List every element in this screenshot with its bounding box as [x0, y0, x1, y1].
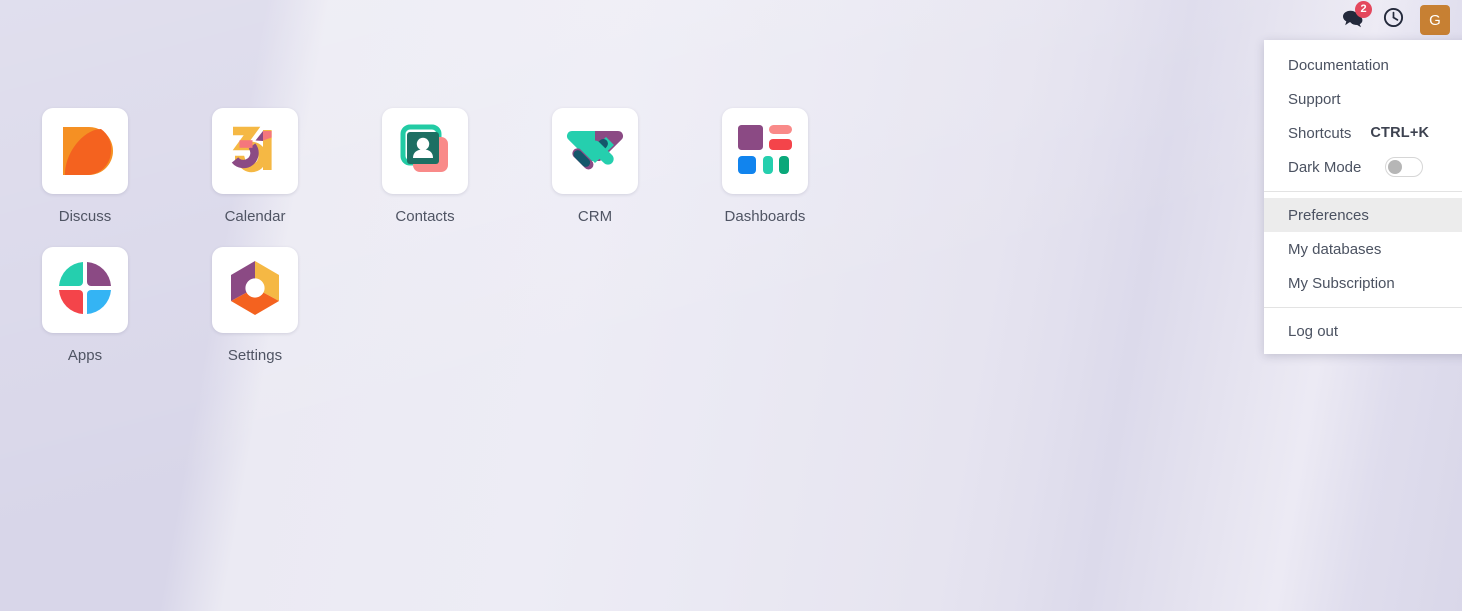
- toggle-knob: [1388, 160, 1403, 174]
- app-tile-surface: [42, 108, 128, 194]
- menu-item-shortcut-keys: CTRL+K: [1370, 125, 1430, 141]
- app-label: Dashboards: [724, 208, 806, 225]
- menu-item-support[interactable]: Support: [1264, 82, 1462, 116]
- app-tile-dashboards[interactable]: Dashboards: [680, 108, 850, 225]
- app-tile-surface: [382, 108, 468, 194]
- app-label: Apps: [67, 347, 103, 364]
- menu-divider: [1264, 307, 1462, 308]
- app-tile-settings[interactable]: Settings: [170, 247, 340, 364]
- menu-item-label: Documentation: [1288, 56, 1389, 74]
- activities-button[interactable]: [1376, 3, 1410, 37]
- app-tile-calendar[interactable]: Calendar: [170, 108, 340, 225]
- menu-item-shortcuts[interactable]: Shortcuts CTRL+K: [1264, 116, 1462, 150]
- app-tile-discuss[interactable]: Discuss: [0, 108, 170, 225]
- app-label: Settings: [227, 347, 283, 364]
- crm-handshake-icon: [566, 123, 624, 180]
- dark-mode-toggle[interactable]: [1385, 157, 1424, 177]
- calendar-31-icon: [226, 120, 284, 183]
- app-label: Contacts: [395, 208, 455, 225]
- clock-icon: [1383, 7, 1404, 33]
- settings-hexagon-icon: [228, 259, 282, 322]
- messages-button[interactable]: 2: [1336, 1, 1372, 37]
- menu-item-log-out[interactable]: Log out: [1264, 314, 1462, 348]
- menu-item-label: Dark Mode: [1288, 158, 1362, 176]
- menu-item-label: Shortcuts: [1288, 124, 1352, 142]
- menu-item-documentation[interactable]: Documentation: [1264, 48, 1462, 82]
- menu-item-label: My Subscription: [1288, 274, 1395, 292]
- app-tile-crm[interactable]: CRM: [510, 108, 680, 225]
- menu-item-label: My databases: [1288, 240, 1382, 258]
- app-tile-surface: [212, 108, 298, 194]
- app-label: Discuss: [58, 208, 112, 225]
- app-tile-contacts[interactable]: Contacts: [340, 108, 510, 225]
- user-menu-dropdown: Documentation Support Shortcuts CTRL+K D…: [1264, 40, 1462, 354]
- dashboards-icon: [737, 123, 793, 180]
- discuss-icon: [57, 121, 113, 182]
- app-label: CRM: [577, 208, 613, 225]
- app-tile-surface: [42, 247, 128, 333]
- app-tile-apps[interactable]: Apps: [0, 247, 170, 364]
- app-launcher-grid: Discuss Calendar Contacts CRM Dashboards…: [0, 108, 1000, 386]
- messages-unread-badge: 2: [1355, 1, 1372, 18]
- menu-item-label: Preferences: [1288, 206, 1369, 224]
- contacts-icon: [397, 121, 453, 182]
- top-system-bar: 2 G: [0, 0, 1462, 40]
- menu-item-preferences[interactable]: Preferences: [1264, 198, 1462, 232]
- menu-item-label: Log out: [1288, 322, 1339, 340]
- app-label: Calendar: [224, 208, 286, 225]
- app-tile-surface: [212, 247, 298, 333]
- user-avatar-button[interactable]: G: [1420, 5, 1450, 35]
- menu-item-label: Support: [1288, 90, 1341, 108]
- app-tile-surface: [552, 108, 638, 194]
- apps-circle-icon: [57, 260, 113, 321]
- menu-item-my-databases[interactable]: My databases: [1264, 232, 1462, 266]
- app-tile-surface: [722, 108, 808, 194]
- menu-item-dark-mode[interactable]: Dark Mode: [1264, 150, 1462, 184]
- menu-divider: [1264, 191, 1462, 192]
- menu-item-my-subscription[interactable]: My Subscription: [1264, 266, 1462, 300]
- avatar-initial: G: [1429, 11, 1441, 29]
